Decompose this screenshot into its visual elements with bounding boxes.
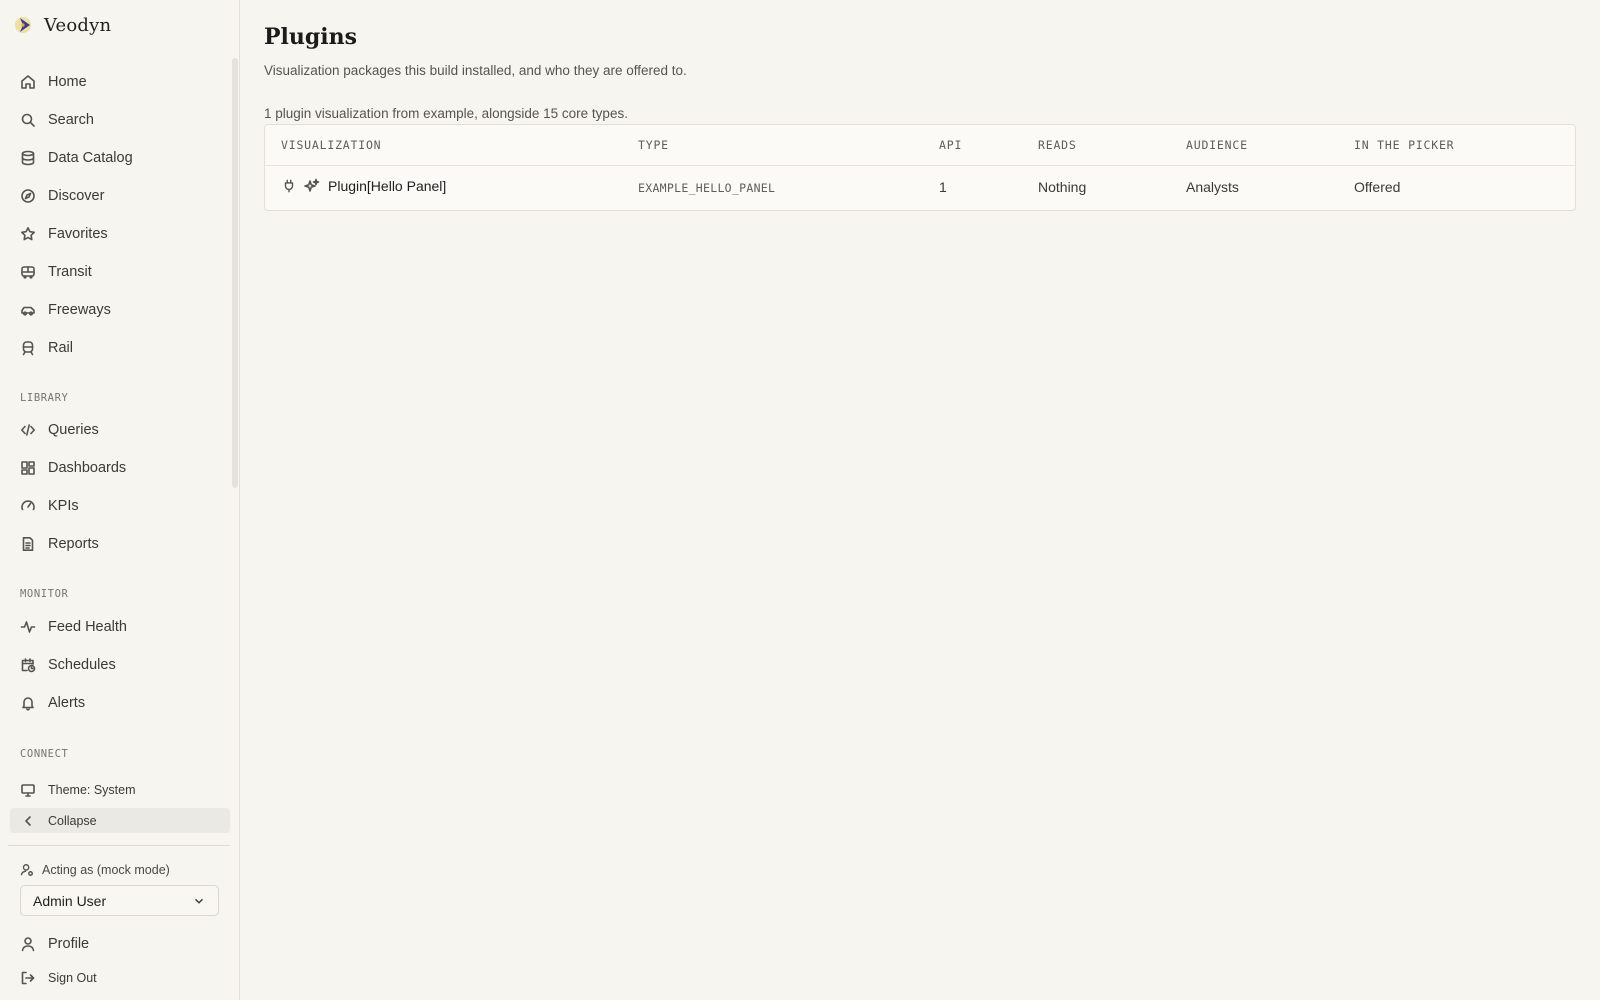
section-label-library: LIBRARY bbox=[20, 392, 69, 404]
home-icon bbox=[21, 75, 35, 89]
sidebar-item-queries[interactable]: Queries bbox=[10, 415, 230, 445]
sign-out-button[interactable]: Sign Out bbox=[10, 963, 230, 993]
column-header-reads: READS bbox=[1038, 138, 1077, 152]
collapse-label: Collapse bbox=[48, 813, 97, 828]
veodyn-logo-icon bbox=[15, 17, 31, 33]
sparkles-icon bbox=[304, 178, 320, 192]
brand[interactable]: Veodyn bbox=[14, 14, 111, 36]
chevron-left-icon bbox=[25, 815, 31, 826]
bus-icon bbox=[21, 266, 35, 279]
sidebar-item-label: Schedules bbox=[48, 657, 116, 673]
sidebar-scrollbar[interactable] bbox=[232, 58, 238, 488]
api-cell: 1 bbox=[939, 179, 947, 195]
bell-icon bbox=[22, 697, 34, 711]
section-label-monitor: MONITOR bbox=[20, 588, 69, 600]
table-header: VISUALIZATION TYPE API READS AUDIENCE IN… bbox=[265, 125, 1575, 166]
sidebar-item-alerts[interactable]: Alerts bbox=[10, 688, 230, 718]
column-header-visualization: VISUALIZATION bbox=[281, 138, 382, 152]
gauge-icon bbox=[21, 500, 35, 511]
column-header-type: TYPE bbox=[638, 138, 669, 152]
acting-user-value: Admin User bbox=[33, 892, 107, 909]
sidebar-item-label: Dashboards bbox=[48, 460, 127, 476]
sidebar-item-label: Search bbox=[48, 112, 94, 128]
sidebar-item-data-catalog[interactable]: Data Catalog bbox=[10, 143, 230, 173]
plug-icon bbox=[284, 179, 294, 193]
chevron-down-icon bbox=[195, 898, 203, 904]
sidebar-item-label: Home bbox=[48, 74, 87, 90]
calendar-clock-icon bbox=[21, 658, 36, 673]
plugins-table: VISUALIZATION TYPE API READS AUDIENCE IN… bbox=[264, 124, 1576, 211]
sidebar-item-label: Profile bbox=[48, 936, 90, 952]
brand-name: Veodyn bbox=[44, 14, 112, 36]
section-label-connect: CONNECT bbox=[20, 748, 69, 760]
sidebar-item-reports[interactable]: Reports bbox=[10, 529, 230, 559]
visualization-name: Plugin[Hello Panel] bbox=[328, 178, 447, 194]
activity-icon bbox=[20, 621, 36, 633]
sidebar-item-profile[interactable]: Profile bbox=[10, 929, 230, 959]
sidebar-divider bbox=[8, 845, 230, 846]
theme-toggle[interactable]: Theme: System bbox=[10, 776, 230, 804]
picker-cell: Offered bbox=[1354, 179, 1401, 195]
sidebar-item-kpis[interactable]: KPIs bbox=[10, 491, 230, 521]
sidebar-item-feed-health[interactable]: Feed Health bbox=[10, 612, 230, 642]
code-icon bbox=[21, 424, 35, 436]
sidebar-item-label: Transit bbox=[48, 264, 92, 280]
sidebar-item-discover[interactable]: Discover bbox=[10, 181, 230, 211]
train-icon bbox=[22, 341, 34, 356]
monitor-icon bbox=[21, 784, 35, 797]
sidebar-item-rail[interactable]: Rail bbox=[10, 333, 230, 363]
database-icon bbox=[21, 150, 35, 166]
page-subtitle: Visualization packages this build instal… bbox=[264, 63, 687, 78]
audience-cell: Analysts bbox=[1186, 179, 1239, 195]
sidebar-item-label: Queries bbox=[48, 422, 99, 438]
column-header-api: API bbox=[939, 138, 963, 152]
acting-as-text: Acting as (mock mode) bbox=[42, 863, 170, 877]
user-cog-icon bbox=[20, 864, 33, 876]
column-header-in-the-picker: IN THE PICKER bbox=[1354, 138, 1455, 152]
sidebar: Veodyn Home Search Data Catalog Discover… bbox=[0, 0, 240, 1000]
collapse-button[interactable]: Collapse bbox=[10, 808, 230, 833]
sidebar-item-label: Alerts bbox=[48, 695, 86, 711]
sidebar-item-label: Feed Health bbox=[48, 619, 127, 635]
sidebar-item-transit[interactable]: Transit bbox=[10, 257, 230, 287]
theme-label: Theme: System bbox=[48, 783, 136, 797]
sidebar-item-dashboards[interactable]: Dashboards bbox=[10, 453, 230, 483]
visualization-cell: Plugin[Hello Panel] bbox=[282, 178, 446, 194]
column-header-audience: AUDIENCE bbox=[1186, 138, 1248, 152]
sign-out-label: Sign Out bbox=[48, 971, 97, 985]
sidebar-item-search[interactable]: Search bbox=[10, 105, 230, 135]
sidebar-item-label: Favorites bbox=[48, 226, 108, 242]
star-icon bbox=[21, 227, 35, 241]
reads-cell: Nothing bbox=[1038, 179, 1087, 195]
acting-as-label: Acting as (mock mode) bbox=[20, 863, 170, 877]
table-row[interactable]: Plugin[Hello Panel] EXAMPLE_HELLO_PANEL … bbox=[265, 166, 1575, 211]
sidebar-item-favorites[interactable]: Favorites bbox=[10, 219, 230, 249]
sidebar-item-label: Reports bbox=[48, 536, 99, 552]
car-icon bbox=[21, 306, 35, 316]
log-out-icon bbox=[21, 971, 35, 985]
type-cell: EXAMPLE_HELLO_PANEL bbox=[638, 181, 776, 195]
page-title: Plugins bbox=[264, 24, 358, 50]
sidebar-item-schedules[interactable]: Schedules bbox=[10, 650, 230, 680]
sidebar-item-label: Data Catalog bbox=[48, 150, 133, 166]
acting-user-select[interactable]: Admin User bbox=[20, 885, 219, 916]
sidebar-item-freeways[interactable]: Freeways bbox=[10, 295, 230, 325]
document-icon bbox=[22, 537, 34, 551]
sidebar-item-label: Freeways bbox=[48, 302, 111, 318]
grid-icon bbox=[21, 461, 35, 475]
sidebar-item-label: KPIs bbox=[48, 498, 79, 514]
user-icon bbox=[21, 937, 35, 952]
sidebar-item-home[interactable]: Home bbox=[10, 67, 230, 97]
compass-icon bbox=[21, 189, 35, 203]
sidebar-item-label: Discover bbox=[48, 188, 105, 204]
search-icon bbox=[21, 113, 35, 127]
sidebar-item-label: Rail bbox=[48, 340, 73, 356]
plugin-summary: 1 plugin visualization from example, alo… bbox=[264, 106, 628, 121]
